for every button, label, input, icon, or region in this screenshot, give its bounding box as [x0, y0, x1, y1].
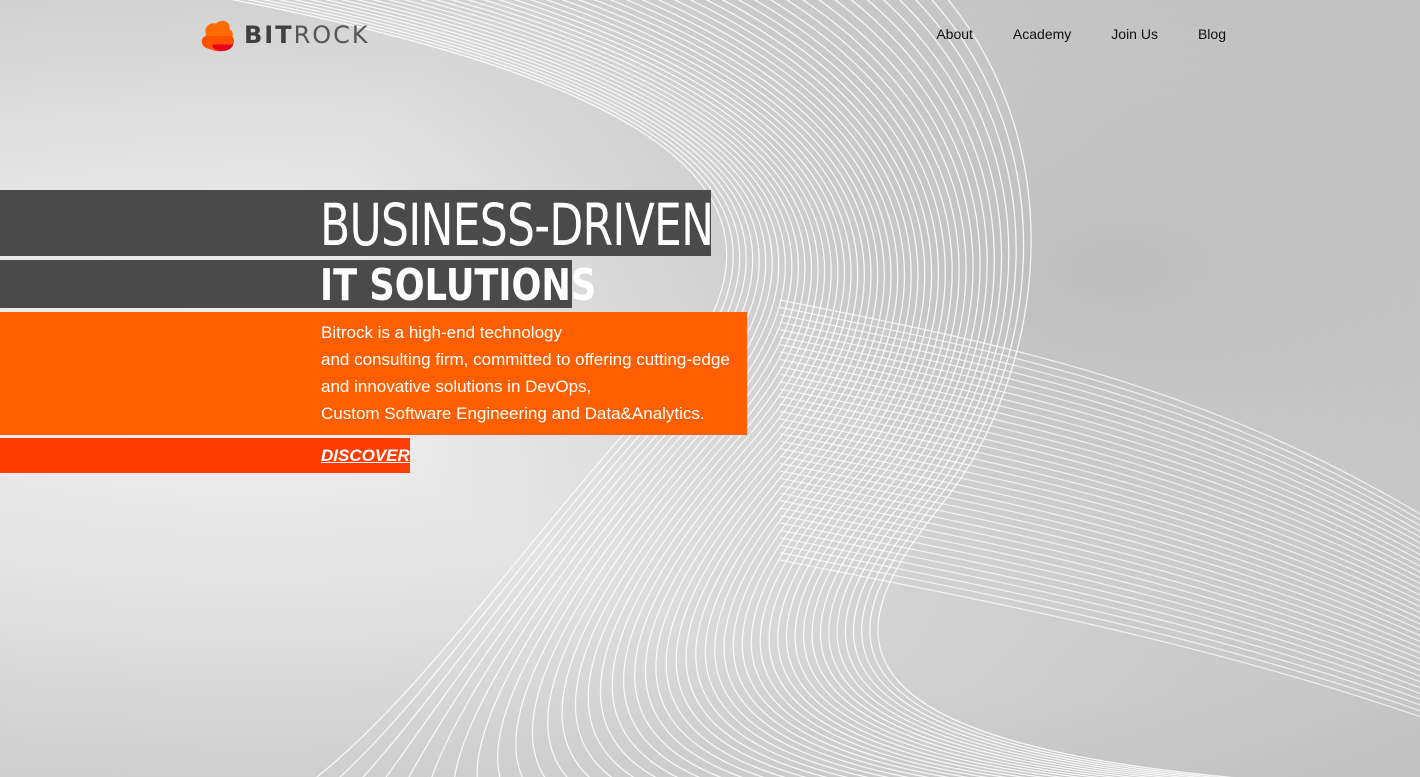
- logo-wordmark: BITROCK: [244, 23, 370, 47]
- hero-description-line: Custom Software Engineering and Data&Ana…: [321, 404, 705, 423]
- hero-description-line: and innovative solutions in DevOps,: [321, 377, 592, 396]
- nav-link-about[interactable]: About: [936, 24, 973, 44]
- logo-wordmark-light: ROCK: [293, 21, 370, 49]
- nav-link-blog[interactable]: Blog: [1198, 24, 1226, 44]
- hero-title-line-2: IT SOLUTIONS: [320, 260, 597, 311]
- hero-description-line: and consulting firm, committed to offeri…: [321, 350, 730, 369]
- hero-title-line-1: BUSINESS-DRIVEN: [320, 191, 714, 259]
- logo-wordmark-bold: BIT: [244, 21, 294, 49]
- discover-button[interactable]: DISCOVER: [321, 438, 410, 473]
- main-nav: About Academy Join Us Blog: [896, 24, 1226, 44]
- cloud-stack-icon: [201, 20, 235, 52]
- landing-page: BITROCK About Academy Join Us Blog BUSIN…: [0, 0, 1420, 777]
- nav-link-join-us[interactable]: Join Us: [1111, 24, 1158, 44]
- hero-description-line: Bitrock is a high-end technology: [321, 323, 562, 342]
- site-header: BITROCK About Academy Join Us Blog: [0, 0, 1420, 70]
- logo-link[interactable]: BITROCK: [199, 15, 370, 55]
- hero-description: Bitrock is a high-end technology and con…: [321, 319, 751, 427]
- nav-link-academy[interactable]: Academy: [1013, 24, 1071, 44]
